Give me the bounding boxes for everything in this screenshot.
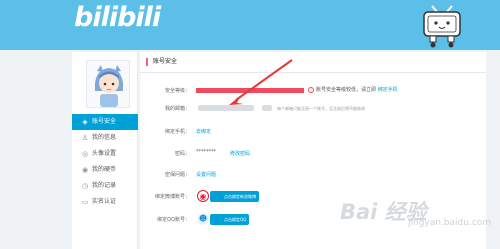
- user-icon: ♙: [81, 134, 89, 142]
- warning-icon: !: [308, 86, 314, 93]
- sidebar-nav: ◈ 账号安全 ♙ 我的信息 ◎ 头像设置 ◉ 我的硬币 ◷ 我的记录 ▭ 实名认…: [72, 114, 138, 210]
- password-label: 密码：: [174, 151, 190, 157]
- sidebar-item-account-security[interactable]: ◈ 账号安全: [72, 114, 138, 130]
- page-title: 账号安全: [146, 58, 177, 66]
- avatar[interactable]: [86, 60, 130, 108]
- sidebar-item-my-info[interactable]: ♙ 我的信息: [72, 130, 138, 146]
- account-label: 安全等级：: [164, 88, 190, 94]
- tv-mascot-icon: [423, 5, 461, 48]
- bilibili-logo[interactable]: bilibili: [74, 2, 161, 33]
- bind-phone-link[interactable]: 绑定手机: [378, 87, 398, 93]
- email-hint: 每个邮箱只能注册一个账号，且注册后将不能修改: [277, 106, 365, 111]
- weibo-icon: ◉: [197, 190, 209, 202]
- email-label: 我的邮箱：: [164, 106, 190, 112]
- change-password-link[interactable]: 修改密码: [230, 150, 250, 157]
- sidebar-item-my-coins[interactable]: ◉ 我的硬币: [72, 162, 138, 178]
- bind-weibo-button[interactable]: ◉ 点击绑定新浪微博: [197, 190, 259, 202]
- sidebar-item-my-records[interactable]: ◷ 我的记录: [72, 178, 138, 194]
- qq-label: 绑定QQ账号：: [157, 217, 190, 223]
- warning-text: 账号安全等级较低，请立即: [316, 87, 377, 93]
- password-value: ********: [196, 149, 216, 155]
- id-card-icon: ▭: [81, 198, 89, 206]
- camera-icon: ◎: [81, 150, 89, 158]
- bind-phone-button[interactable]: 去绑定: [196, 128, 211, 135]
- sidebar-item-label: 我的信息: [92, 134, 117, 141]
- bind-qq-label: 点击绑定QQ: [224, 217, 247, 222]
- weibo-label: 绑定微博账号：: [154, 194, 190, 200]
- sidebar-item-label: 头像设置: [92, 150, 117, 157]
- coin-icon: ◉: [81, 166, 89, 174]
- email-blurred-suffix: [262, 105, 272, 111]
- divider: [140, 72, 486, 73]
- top-banner: bilibili: [0, 0, 500, 50]
- sidebar-item-label: 账号安全: [92, 118, 117, 125]
- email-blurred: [198, 105, 254, 111]
- settings-sidebar: ◈ 账号安全 ♙ 我的信息 ◎ 头像设置 ◉ 我的硬币 ◷ 我的记录 ▭ 实名认…: [72, 52, 138, 249]
- phone-label: 绑定手机：: [164, 129, 190, 135]
- security-question-label: 密保问题：: [164, 172, 190, 178]
- security-warning: ! 账号安全等级较低，请立即 绑定手机: [308, 86, 398, 93]
- watermark-url: jingyan.baidu.com: [408, 218, 492, 228]
- qq-penguin-icon: ☻: [197, 213, 209, 225]
- sidebar-item-avatar-settings[interactable]: ◎ 头像设置: [72, 146, 138, 162]
- clock-icon: ◷: [81, 182, 89, 190]
- sidebar-item-real-name[interactable]: ▭ 实名认证: [72, 194, 138, 210]
- anime-avatar-icon: [87, 61, 129, 107]
- sidebar-item-label: 实名认证: [92, 198, 117, 205]
- account-redacted: [196, 88, 304, 93]
- shield-icon: ◈: [82, 118, 88, 126]
- sidebar-item-label: 我的硬币: [92, 166, 117, 173]
- set-question-link[interactable]: 设置问题: [196, 171, 216, 178]
- bind-qq-button[interactable]: ☻ 点击绑定QQ: [197, 213, 250, 225]
- sidebar-item-label: 我的记录: [92, 182, 117, 189]
- bind-weibo-label: 点击绑定新浪微博: [224, 194, 256, 199]
